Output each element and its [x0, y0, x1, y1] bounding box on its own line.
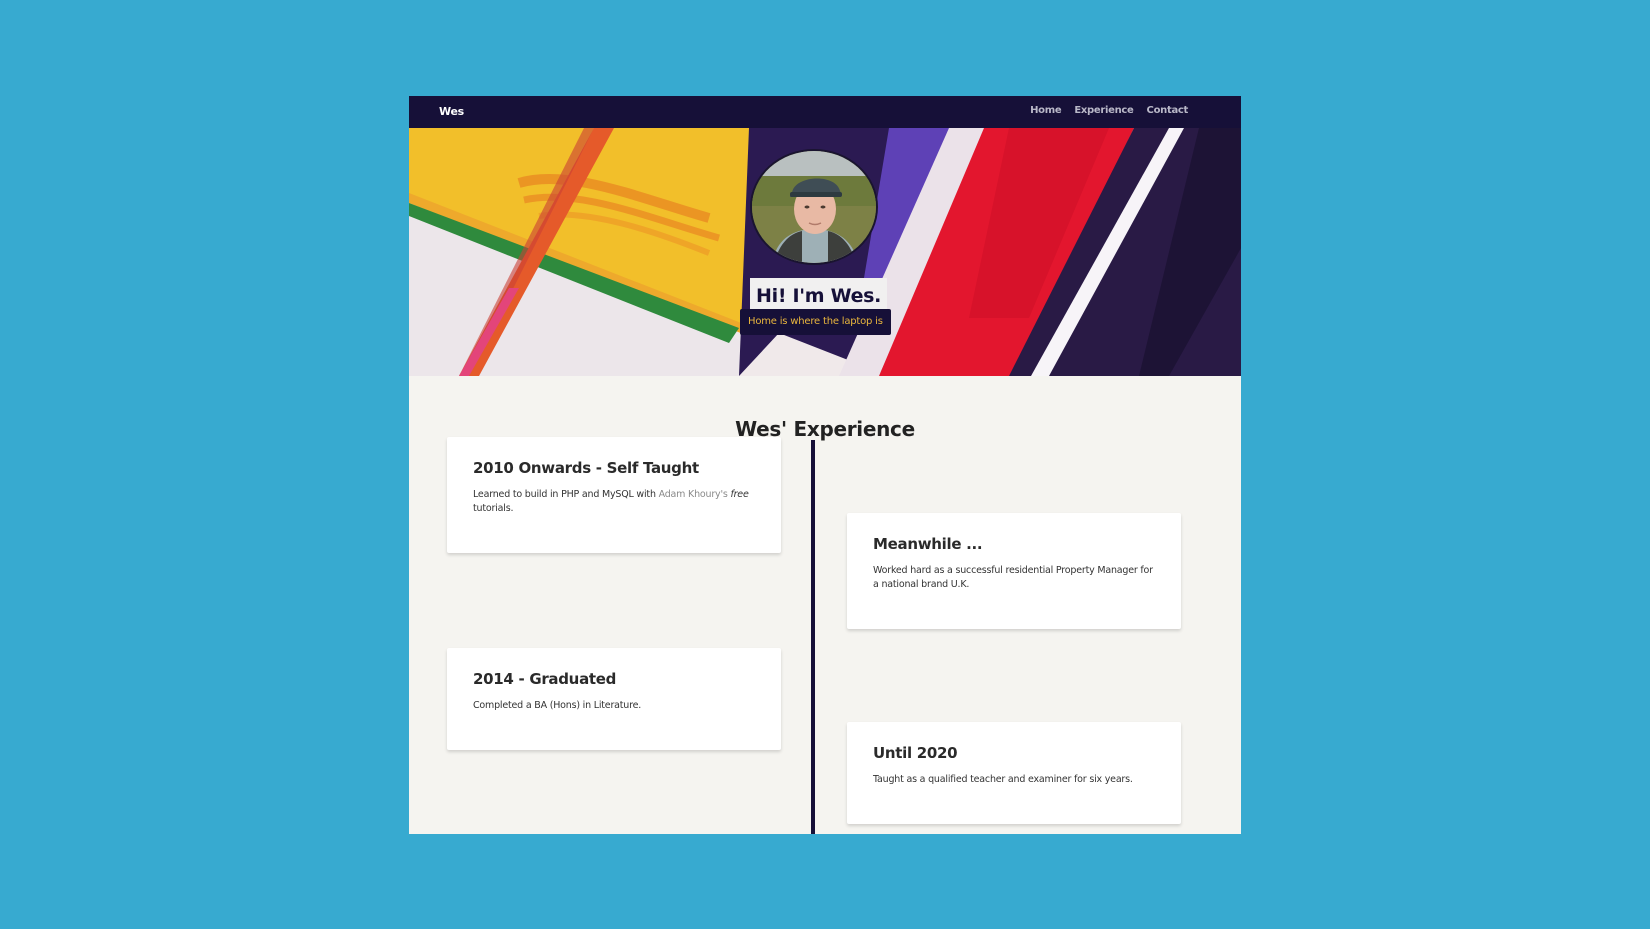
timeline-line: [811, 440, 815, 834]
navbar: Wes Home Experience Contact: [409, 96, 1241, 128]
card-title: 2014 - Graduated: [473, 670, 617, 688]
card-text: Taught as a qualified teacher and examin…: [873, 774, 1133, 785]
card-text-part: tutorials.: [473, 503, 514, 514]
profile-photo: [752, 151, 876, 263]
card-text: Worked hard as a successful residential …: [873, 565, 1153, 590]
card-text-part: Learned to build in PHP and MySQL with: [473, 489, 659, 500]
profile-avatar: [750, 149, 878, 265]
card-text: Completed a BA (Hons) in Literature.: [473, 700, 642, 711]
nav-link-experience[interactable]: Experience: [1074, 105, 1134, 116]
card-title: Until 2020: [873, 744, 958, 762]
website-frame: Wes Home Experience Contact Hi! I'm Wes.…: [409, 96, 1241, 834]
timeline-card-graduated: 2014 - Graduated Completed a BA (Hons) i…: [447, 648, 781, 750]
hero-banner: Hi! I'm Wes. Home is where the laptop is: [409, 128, 1241, 376]
nav-link-contact[interactable]: Contact: [1147, 105, 1189, 116]
timeline-card-self-taught: 2010 Onwards - Self Taught Learned to bu…: [447, 437, 781, 553]
brand-logo[interactable]: Wes: [439, 105, 464, 118]
nav-link-home[interactable]: Home: [1030, 105, 1062, 116]
card-text: Learned to build in PHP and MySQL with A…: [473, 488, 755, 516]
hero-tagline: Home is where the laptop is: [740, 309, 891, 335]
card-title: Meanwhile ...: [873, 535, 983, 553]
timeline-card-until-2020: Until 2020 Taught as a qualified teacher…: [847, 722, 1181, 824]
adam-khoury-link[interactable]: Adam Khoury's: [659, 489, 728, 500]
nav-links: Home Experience Contact: [1030, 105, 1188, 116]
card-text-emphasis: free: [730, 489, 749, 500]
timeline-card-meanwhile: Meanwhile ... Worked hard as a successfu…: [847, 513, 1181, 629]
card-title: 2010 Onwards - Self Taught: [473, 459, 699, 477]
